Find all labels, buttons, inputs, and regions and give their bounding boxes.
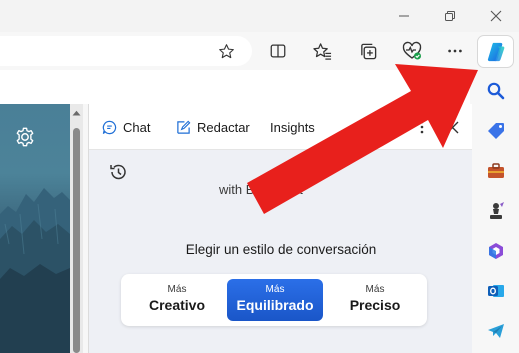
- sidebar-search-button[interactable]: [483, 78, 509, 104]
- favorite-star-icon: [218, 43, 234, 58]
- conversation-style-title: Elegir un estilo de conversación: [185, 242, 377, 257]
- tab-compose-label: Redactar: [197, 119, 250, 135]
- open-in-new-tab-button[interactable]: [353, 117, 373, 137]
- tab-chat-label: Chat: [123, 119, 151, 135]
- collections-button[interactable]: [354, 37, 382, 65]
- refresh-button[interactable]: [381, 117, 401, 137]
- scroll-up-arrow-icon[interactable]: [72, 110, 81, 116]
- tab-chat[interactable]: Chat: [102, 117, 150, 137]
- sidebar-telegram-button[interactable]: [483, 318, 509, 344]
- style-option-prefix: Más: [365, 284, 385, 295]
- refresh-icon: [385, 121, 397, 133]
- close-pane-button[interactable]: [442, 117, 462, 137]
- chat-bubble-icon: [102, 120, 117, 134]
- collections-icon: [360, 43, 376, 59]
- sidebar-games-button[interactable]: [483, 198, 509, 224]
- copilot-side-pane: Chat Redactar Insights with Bing Chat El…: [88, 104, 473, 353]
- style-option-prefix: Más: [167, 284, 187, 295]
- browser-essentials-button[interactable]: [398, 37, 426, 65]
- page-background-image: [0, 104, 70, 353]
- compose-pencil-icon: [177, 120, 191, 134]
- title-bar: [0, 0, 519, 32]
- conversation-style-selector: Más Creativo Más Equilibrado Más Preciso: [121, 274, 427, 326]
- close-icon: [490, 10, 502, 22]
- search-icon: [487, 82, 505, 100]
- tools-icon: [488, 163, 504, 178]
- tab-compose[interactable]: Redactar: [176, 117, 250, 137]
- pane-more-button[interactable]: [412, 117, 432, 137]
- copilot-button[interactable]: [477, 35, 514, 68]
- telegram-icon: [488, 324, 504, 338]
- mountain-landscape: [0, 188, 70, 353]
- sidebar-outlook-button[interactable]: [483, 278, 509, 304]
- tab-insights[interactable]: Insights: [270, 117, 315, 137]
- style-option-creative[interactable]: Más Creativo: [129, 279, 225, 321]
- restore-button[interactable]: [427, 0, 473, 32]
- subtitle-behind-overlay: with Bing Chat: [219, 182, 303, 197]
- style-option-label: Creativo: [148, 297, 206, 313]
- style-option-label: Equilibrado: [236, 297, 314, 313]
- tab-insights-label: Insights: [270, 119, 315, 135]
- open-new-tab-icon: [357, 121, 369, 133]
- style-option-balanced[interactable]: Más Equilibrado: [227, 279, 323, 321]
- games-icon: [490, 202, 504, 219]
- shopping-tag-icon: [488, 123, 504, 139]
- favorite-star-button[interactable]: [212, 37, 240, 65]
- style-option-prefix: Más: [265, 284, 285, 295]
- split-screen-icon: [270, 44, 286, 58]
- browser-toolbar: [0, 32, 470, 70]
- history-icon[interactable]: [107, 161, 129, 183]
- split-screen-button[interactable]: [264, 37, 292, 65]
- restore-icon: [445, 11, 455, 21]
- more-options-button[interactable]: [441, 37, 469, 65]
- pane-header: Chat Redactar Insights: [89, 104, 473, 150]
- outlook-icon: [488, 285, 504, 297]
- scrollbar-thumb[interactable]: [73, 128, 80, 353]
- settings-gear-icon[interactable]: [14, 126, 36, 148]
- sidebar-tools-button[interactable]: [483, 158, 509, 184]
- minimize-button[interactable]: [381, 0, 427, 32]
- browser-essentials-icon: [402, 41, 422, 60]
- more-icon: [448, 49, 462, 53]
- sidebar-shopping-button[interactable]: [483, 118, 509, 144]
- microsoft-365-icon: [489, 243, 503, 259]
- close-window-button[interactable]: [473, 0, 519, 32]
- sidebar-m365-button[interactable]: [483, 238, 509, 264]
- vertical-more-icon: [420, 120, 424, 134]
- page-header-strip: [0, 70, 470, 104]
- minimize-icon: [399, 15, 409, 17]
- favorites-button[interactable]: [308, 37, 336, 65]
- close-icon: [446, 121, 458, 133]
- style-option-precise[interactable]: Más Preciso: [327, 279, 423, 321]
- style-option-label: Preciso: [349, 297, 401, 313]
- favorites-icon: [312, 42, 331, 60]
- copilot-icon: [487, 42, 504, 61]
